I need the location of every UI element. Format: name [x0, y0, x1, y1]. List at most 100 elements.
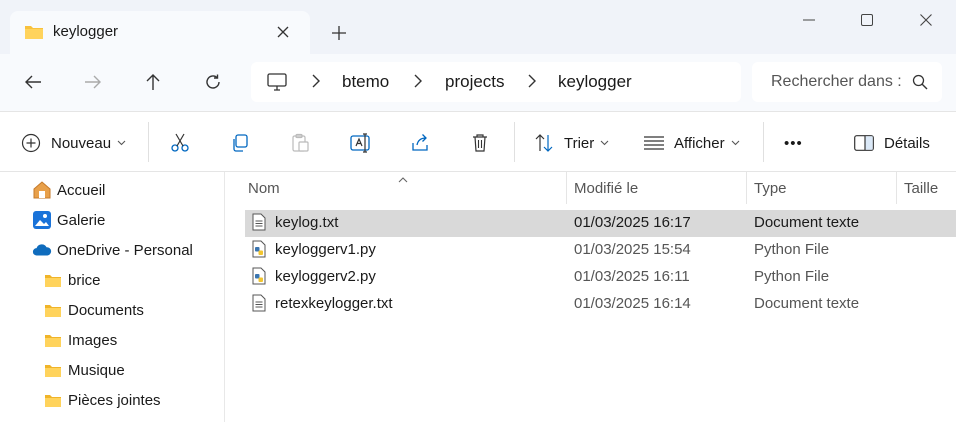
- sidebar-item-label: Images: [68, 331, 118, 349]
- column-header-size[interactable]: Taille: [904, 172, 938, 204]
- folder-icon: [43, 360, 63, 380]
- folder-icon: [43, 300, 63, 320]
- cut-button[interactable]: [170, 128, 190, 158]
- folder-icon: [43, 390, 63, 410]
- gallery-icon: [32, 210, 52, 230]
- sort-button[interactable]: Trier: [534, 128, 609, 158]
- file-modified: 01/03/2025 15:54: [574, 241, 691, 258]
- share-button[interactable]: [410, 128, 430, 158]
- sidebar-item-label: Documents: [68, 301, 144, 319]
- up-button[interactable]: [136, 67, 170, 97]
- chevron-right-icon[interactable]: [414, 74, 422, 91]
- chevron-down-icon: [117, 140, 126, 146]
- rename-button[interactable]: [350, 128, 372, 158]
- sidebar-item-galerie[interactable]: Galerie: [32, 207, 105, 233]
- new-button[interactable]: Nouveau: [21, 128, 126, 158]
- rename-icon: [350, 133, 370, 153]
- back-button[interactable]: [16, 67, 50, 97]
- close-icon: [920, 14, 932, 26]
- table-row[interactable]: retexkeylogger.txt 01/03/2025 16:14 Docu…: [245, 291, 956, 318]
- close-window-button[interactable]: [903, 6, 949, 34]
- search-icon[interactable]: [912, 74, 928, 93]
- computer-icon[interactable]: [267, 73, 287, 94]
- sidebar-item-label: OneDrive - Personal: [57, 241, 193, 259]
- sort-button-label: Trier: [564, 134, 595, 152]
- chevron-down-icon: [731, 140, 739, 146]
- chevron-right-icon[interactable]: [528, 74, 536, 91]
- sidebar-item-brice[interactable]: brice: [43, 267, 101, 293]
- maximize-icon: [861, 14, 873, 26]
- table-row[interactable]: keylog.txt 01/03/2025 16:17 Document tex…: [245, 210, 956, 237]
- copy-button[interactable]: [230, 128, 250, 158]
- back-arrow-icon: [25, 75, 41, 89]
- search-input[interactable]: [752, 62, 902, 102]
- column-header-type[interactable]: Type: [754, 172, 787, 204]
- home-icon: [32, 180, 52, 200]
- navigation-bar: btemo projects keylogger: [0, 54, 956, 111]
- view-list-icon: [644, 136, 664, 150]
- new-tab-button[interactable]: [326, 20, 352, 46]
- breadcrumb-projects[interactable]: projects: [445, 72, 505, 92]
- tab-title: keylogger: [53, 23, 119, 40]
- more-options-label: •••: [784, 134, 803, 152]
- trash-icon: [473, 134, 487, 152]
- sidebar-item-accueil[interactable]: Accueil: [32, 177, 105, 203]
- copy-icon: [233, 134, 248, 152]
- view-button-label: Afficher: [674, 134, 725, 152]
- sidebar-item-documents[interactable]: Documents: [43, 297, 144, 323]
- sidebar-item-musique[interactable]: Musique: [43, 357, 125, 383]
- sidebar-item-pieces-jointes[interactable]: Pièces jointes: [43, 387, 161, 413]
- text-file-icon: [252, 213, 266, 234]
- minimize-button[interactable]: [786, 6, 832, 34]
- breadcrumb-btemo[interactable]: btemo: [342, 72, 389, 92]
- file-type: Document texte: [754, 295, 860, 312]
- column-header-modified[interactable]: Modifié le: [574, 172, 638, 204]
- refresh-icon: [206, 74, 220, 89]
- sidebar-item-onedrive[interactable]: OneDrive - Personal: [32, 237, 193, 263]
- details-pane-button[interactable]: Détails: [854, 128, 930, 158]
- forward-button[interactable]: [76, 67, 110, 97]
- clipboard-icon: [292, 133, 309, 152]
- folder-icon: [43, 270, 63, 290]
- new-button-label: Nouveau: [51, 134, 112, 152]
- file-name: keylog.txt: [275, 214, 339, 231]
- chevron-down-icon: [600, 140, 609, 146]
- file-type: Document texte: [754, 214, 860, 231]
- table-row[interactable]: keyloggerv2.py 01/03/2025 16:11 Python F…: [245, 264, 956, 291]
- sidebar-item-label: Pièces jointes: [68, 391, 161, 409]
- sort-icon: [535, 134, 553, 152]
- file-name: keyloggerv2.py: [275, 268, 376, 285]
- file-modified: 01/03/2025 16:11: [574, 268, 690, 285]
- file-type: Python File: [754, 268, 830, 285]
- sidebar-item-label: Galerie: [57, 211, 106, 229]
- address-bar[interactable]: btemo projects keylogger: [251, 62, 741, 102]
- title-bar: keylogger: [0, 0, 956, 54]
- breadcrumb-keylogger[interactable]: keylogger: [558, 72, 632, 92]
- scissors-icon: [171, 133, 189, 152]
- chevron-right-icon[interactable]: [312, 74, 320, 91]
- share-icon: [412, 134, 428, 151]
- delete-button[interactable]: [470, 128, 490, 158]
- view-button[interactable]: Afficher: [644, 128, 740, 158]
- more-options-button[interactable]: •••: [784, 128, 803, 158]
- sidebar-item-images[interactable]: Images: [43, 327, 117, 353]
- text-file-icon: [252, 294, 266, 315]
- file-modified: 01/03/2025 16:14: [574, 295, 691, 312]
- search-box[interactable]: [752, 62, 942, 102]
- file-name: retexkeylogger.txt: [275, 295, 393, 312]
- tab-keylogger[interactable]: keylogger: [10, 11, 310, 54]
- sidebar-item-label: brice: [68, 271, 101, 289]
- up-arrow-icon: [146, 74, 160, 90]
- paste-button[interactable]: [290, 128, 310, 158]
- python-file-icon: [252, 267, 266, 288]
- details-pane-label: Détails: [884, 134, 930, 152]
- details-pane-icon: [854, 135, 874, 151]
- python-file-icon: [252, 240, 266, 261]
- close-tab-icon[interactable]: [272, 21, 294, 43]
- column-header-name[interactable]: Nom: [248, 172, 280, 204]
- maximize-button[interactable]: [844, 6, 890, 34]
- folder-icon: [43, 330, 63, 350]
- file-type: Python File: [754, 241, 830, 258]
- table-row[interactable]: keyloggerv1.py 01/03/2025 15:54 Python F…: [245, 237, 956, 264]
- refresh-button[interactable]: [196, 67, 230, 97]
